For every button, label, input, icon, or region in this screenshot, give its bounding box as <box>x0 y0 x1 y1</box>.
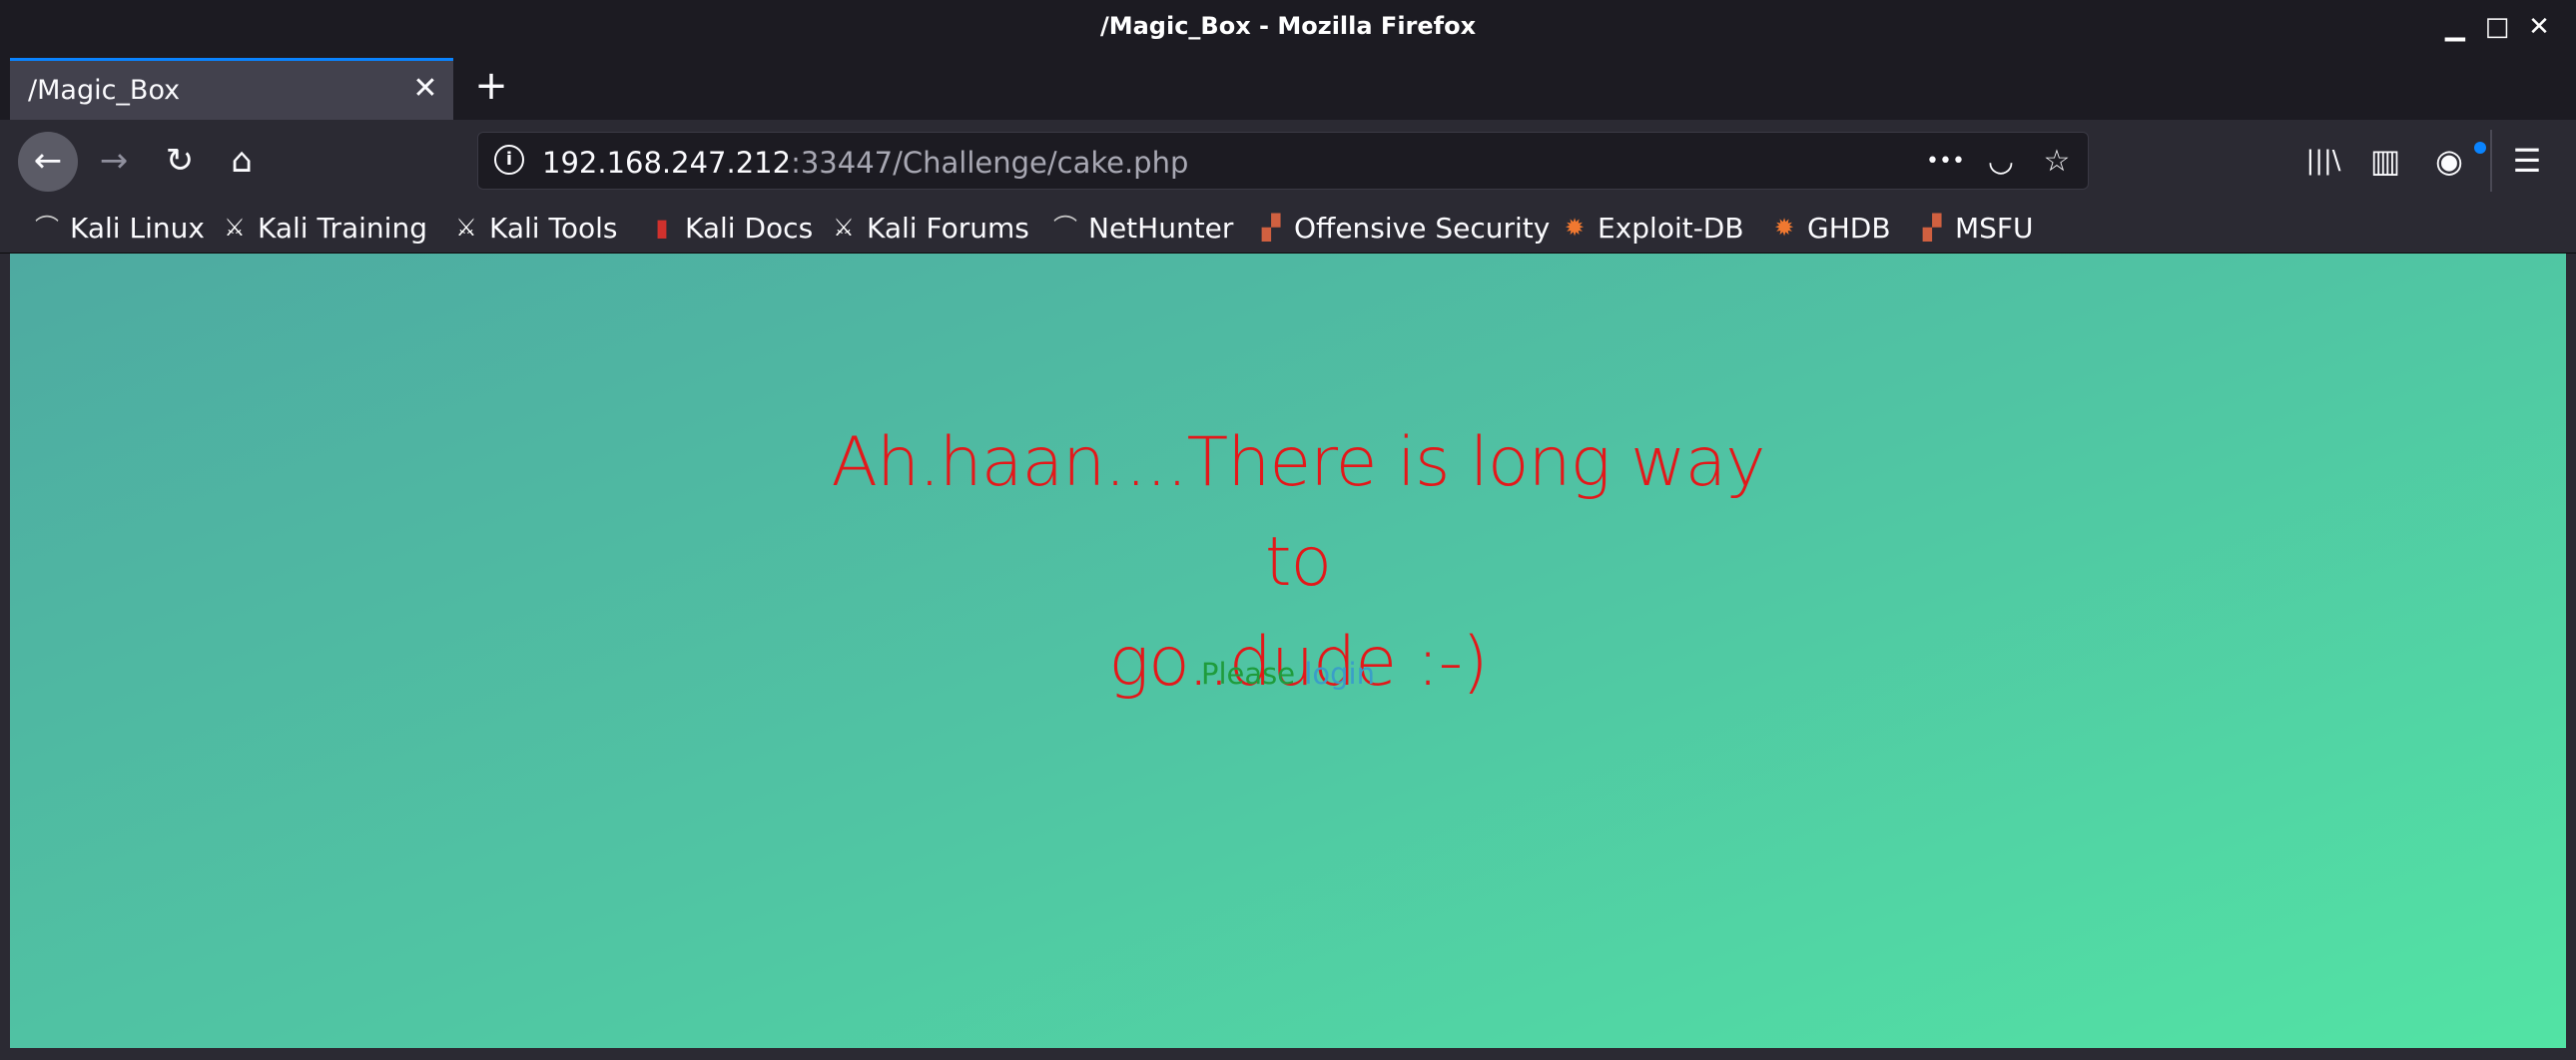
bookmark-item[interactable]: ▞ MSFU <box>1917 206 2034 250</box>
account-icon[interactable]: ◉ <box>2428 140 2470 182</box>
login-link[interactable]: login <box>1304 657 1375 691</box>
bookmark-item[interactable]: ✹ Exploit-DB <box>1560 206 1744 250</box>
notification-dot <box>2474 142 2486 154</box>
docs-icon: ▮ <box>655 214 669 242</box>
site-info-icon[interactable]: i <box>494 145 524 175</box>
sidebar-icon[interactable]: ▥ <box>2364 140 2406 182</box>
window-border-right <box>2566 254 2576 1060</box>
tab-strip: /Magic_Box ✕ + <box>0 56 2576 120</box>
please-text: Please <box>1201 657 1296 691</box>
bookmark-item[interactable]: ✹ GHDB <box>1769 206 1891 250</box>
new-tab-button[interactable]: + <box>467 64 515 112</box>
kali-sword-icon: ⚔ <box>833 214 855 242</box>
msfu-icon: ▞ <box>1922 214 1942 242</box>
bookmark-item[interactable]: ▮ Kali Docs <box>647 206 813 250</box>
bookmark-item[interactable]: ⌒ Kali Linux <box>32 206 205 250</box>
reload-button[interactable]: ↻ <box>150 132 210 192</box>
page-content: Ah.haan....There is long way to go..dude… <box>10 254 2566 1048</box>
exploit-db-bug-icon: ✹ <box>1564 214 1586 242</box>
bookmark-item[interactable]: ⚔ Kali Forums <box>829 206 1029 250</box>
bookmark-item[interactable]: ⚔ Kali Training <box>220 206 427 250</box>
bookmark-item[interactable]: ⚔ Kali Tools <box>451 206 617 250</box>
bookmark-label: Kali Tools <box>489 211 618 245</box>
home-button[interactable]: ⌂ <box>212 132 272 192</box>
url-text[interactable]: 192.168.247.212:33447/Challenge/cake.php <box>542 146 1188 180</box>
kali-dragon-icon: ⌒ <box>1053 214 1077 242</box>
pocket-icon[interactable]: ◡ <box>1982 143 2020 181</box>
offsec-icon: ▞ <box>1261 214 1281 242</box>
headline-line-1: Ah.haan....There is long way to <box>831 423 1765 602</box>
navigation-toolbar: ← → ↻ ⌂ i 192.168.247.212:33447/Challeng… <box>0 120 2576 202</box>
back-button[interactable]: ← <box>18 132 78 192</box>
bookmark-label: GHDB <box>1807 211 1891 245</box>
tab-close-icon[interactable]: ✕ <box>407 71 443 107</box>
kali-sword-icon: ⚔ <box>455 214 477 242</box>
tab-magic-box[interactable]: /Magic_Box ✕ <box>10 58 453 120</box>
window-border-left <box>0 254 10 1060</box>
bookmark-label: Kali Training <box>258 211 427 245</box>
toolbar-separator <box>2490 130 2492 192</box>
bookmark-item[interactable]: ▞ Offensive Security <box>1256 206 1551 250</box>
bookmark-star-icon[interactable]: ☆ <box>2038 143 2076 181</box>
bookmark-label: Kali Forums <box>867 211 1029 245</box>
window-border-bottom <box>0 1048 2576 1060</box>
library-icon[interactable]: |||\ <box>2302 140 2344 182</box>
bookmark-label: Kali Linux <box>70 211 205 245</box>
address-bar[interactable]: i 192.168.247.212:33447/Challenge/cake.p… <box>477 132 2089 190</box>
bookmark-label: Exploit-DB <box>1598 211 1744 245</box>
menu-icon[interactable]: ☰ <box>2506 140 2548 182</box>
url-path: :33447/Challenge/cake.php <box>791 146 1189 180</box>
exploit-db-bug-icon: ✹ <box>1773 214 1795 242</box>
kali-sword-icon: ⚔ <box>224 214 246 242</box>
bookmark-label: Kali Docs <box>685 211 814 245</box>
kali-dragon-icon: ⌒ <box>35 214 59 242</box>
bookmark-label: Offensive Security <box>1294 211 1551 245</box>
url-host: 192.168.247.212 <box>542 146 792 180</box>
minimize-icon[interactable]: ▁ <box>2440 12 2470 42</box>
forward-button[interactable]: → <box>84 132 144 192</box>
page-actions-icon[interactable]: ••• <box>1926 143 1965 181</box>
window-title: /Magic_Box - Mozilla Firefox <box>1099 12 1477 40</box>
window-titlebar: /Magic_Box - Mozilla Firefox ▁ □ ✕ <box>0 0 2576 56</box>
tab-title: /Magic_Box <box>28 75 181 106</box>
bookmark-label: NetHunter <box>1088 211 1234 245</box>
bookmark-label: MSFU <box>1955 211 2034 245</box>
login-prompt: Please login <box>10 657 2566 691</box>
bookmarks-toolbar: ⌒ Kali Linux ⚔ Kali Training ⚔ Kali Tools ▮ Kal… <box>0 202 2576 254</box>
bookmark-item[interactable]: ⌒ NetHunter <box>1050 206 1233 250</box>
maximize-icon[interactable]: □ <box>2482 12 2512 42</box>
close-window-icon[interactable]: ✕ <box>2524 12 2554 42</box>
